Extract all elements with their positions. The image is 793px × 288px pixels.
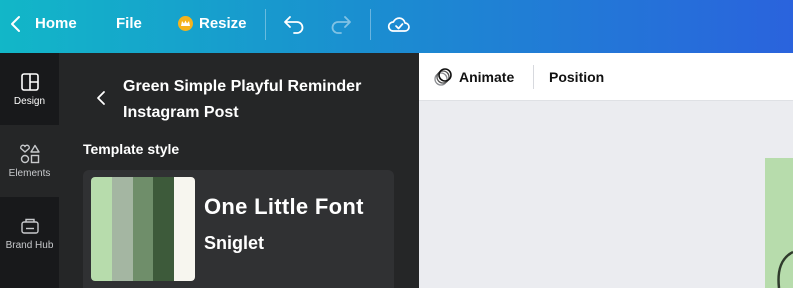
color-swatch bbox=[153, 177, 175, 281]
brand-kit-icon bbox=[20, 218, 39, 234]
animate-label: Animate bbox=[459, 69, 515, 85]
side-rail: Design Elements Brand Hub bbox=[0, 53, 59, 288]
shapes-icon bbox=[19, 144, 40, 163]
position-button[interactable]: Position bbox=[549, 53, 604, 101]
color-palette bbox=[91, 177, 195, 281]
body-font-name: Sniglet bbox=[204, 233, 265, 253]
color-swatch bbox=[132, 177, 154, 281]
undo-icon bbox=[284, 15, 304, 34]
redo-icon bbox=[331, 15, 351, 34]
rail-item-label: Design bbox=[13, 95, 46, 107]
rail-item-label: Elements bbox=[8, 167, 51, 179]
color-swatch bbox=[91, 177, 112, 281]
panel-back-button[interactable] bbox=[93, 89, 111, 107]
template-title: Green Simple Playful Reminder Instagram … bbox=[123, 78, 362, 121]
save-status-button[interactable] bbox=[387, 0, 411, 47]
rail-item-design[interactable]: Design bbox=[0, 53, 59, 125]
undo-button[interactable] bbox=[282, 0, 306, 47]
design-page[interactable] bbox=[765, 158, 793, 288]
redo-button[interactable] bbox=[329, 0, 353, 47]
top-header: Home File Resize bbox=[0, 0, 793, 53]
resize-label: Resize bbox=[199, 15, 247, 32]
animate-button[interactable]: Animate bbox=[433, 53, 514, 101]
crown-icon bbox=[178, 16, 193, 31]
header-divider bbox=[370, 9, 371, 40]
rail-item-elements[interactable]: Elements bbox=[0, 125, 59, 197]
color-swatch bbox=[111, 177, 133, 281]
layout-icon bbox=[20, 72, 39, 91]
chevron-left-icon bbox=[97, 91, 105, 105]
page-graphic bbox=[777, 250, 793, 288]
context-toolbar: Animate Position bbox=[419, 53, 793, 101]
cloud-check-icon bbox=[387, 16, 410, 32]
animate-icon bbox=[434, 68, 452, 86]
template-style-card[interactable]: One Little Font Sniglet bbox=[83, 170, 394, 288]
section-label: Template style bbox=[83, 141, 180, 157]
heading-font-name: One Little Font bbox=[204, 194, 364, 219]
rail-item-label: Brand Hub bbox=[5, 239, 54, 251]
canvas-area: Animate Position bbox=[419, 53, 793, 288]
rail-item-brand-hub[interactable]: Brand Hub bbox=[0, 197, 59, 269]
toolbar-divider bbox=[533, 65, 534, 89]
resize-button[interactable]: Resize bbox=[178, 0, 247, 47]
header-divider bbox=[265, 9, 266, 40]
color-swatch bbox=[174, 177, 195, 281]
back-button[interactable] bbox=[6, 0, 26, 47]
file-menu-button[interactable]: File bbox=[116, 0, 142, 47]
chevron-left-icon bbox=[11, 15, 20, 32]
design-panel: Green Simple Playful Reminder Instagram … bbox=[59, 53, 419, 288]
home-button[interactable]: Home bbox=[35, 0, 77, 47]
